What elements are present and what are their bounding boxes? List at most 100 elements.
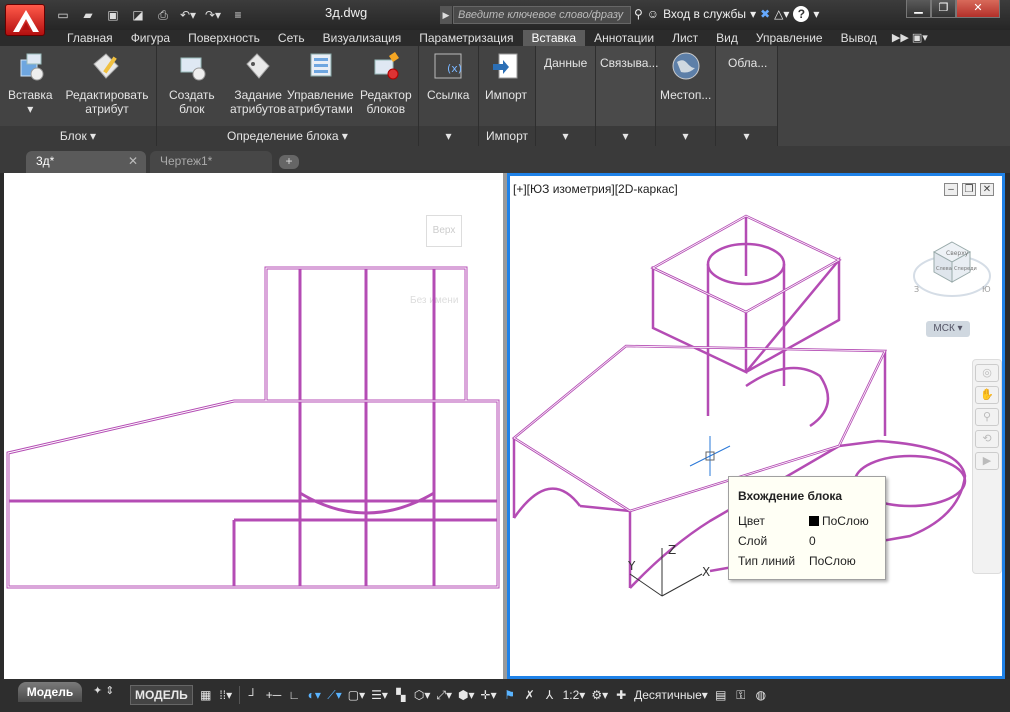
units-dropdown[interactable]: Десятичные ▾: [634, 685, 708, 705]
isodraft-icon[interactable]: ⟋▾: [327, 685, 341, 705]
manage-attributes-button[interactable]: Управление атрибутами: [287, 50, 354, 116]
panel-linking: Связыва... ▾: [596, 46, 658, 146]
import-button[interactable]: Импорт: [485, 50, 527, 102]
search-input[interactable]: Введите ключевое слово/фразу: [453, 6, 631, 24]
layout-tabs-arrows-icon[interactable]: ✦ ⇕: [93, 684, 115, 697]
tab-manage[interactable]: Управление: [747, 30, 832, 46]
insert-block-button[interactable]: Вставка ▾: [8, 50, 53, 116]
ortho-icon[interactable]: ∟: [287, 685, 301, 705]
cloud-footer[interactable]: ▾: [716, 126, 777, 146]
status-bar-tools: МОДЕЛЬ ▦ ⁞⁞▾ ┘ +─ ∟ ◐▾ ⟋▾ ▢▾ ☰▾ ▚ ⬡▾ ⤢▾ …: [130, 684, 768, 706]
redo-icon[interactable]: ↷▾: [202, 6, 224, 24]
editor-label-2: блоков: [366, 102, 406, 116]
exchange-icon[interactable]: ✖: [760, 7, 770, 21]
tab-parametric[interactable]: Параметризация: [410, 30, 522, 46]
annotation-visibility-icon[interactable]: ⚑: [503, 685, 517, 705]
ribbon-tabs: Главная Фигура Поверхность Сеть Визуализ…: [0, 30, 1010, 46]
model-space-button[interactable]: МОДЕЛЬ: [130, 685, 193, 705]
lineweight-icon[interactable]: ☰▾: [371, 685, 388, 705]
open-icon[interactable]: ▰: [77, 6, 99, 24]
linking-footer[interactable]: ▾: [596, 126, 655, 146]
dynamic-ucs-icon[interactable]: ⬢▾: [458, 685, 475, 705]
grid-icon[interactable]: ▦: [199, 685, 213, 705]
tab-annotate[interactable]: Аннотации: [585, 30, 663, 46]
viewport-close-icon[interactable]: ✕: [980, 183, 994, 196]
save-as-icon[interactable]: ◪: [127, 6, 149, 24]
selection-cycling-icon[interactable]: ⬡▾: [414, 685, 431, 705]
edit-attribute-button[interactable]: Редактировать атрибут: [62, 50, 152, 116]
annotation-scale-icon[interactable]: ⅄: [543, 685, 557, 705]
cloud-button[interactable]: Обла...: [728, 56, 767, 70]
binoculars-icon[interactable]: ⚲: [634, 7, 643, 21]
tab-view[interactable]: Вид: [707, 30, 747, 46]
right-viewport[interactable]: [+][ЮЗ изометрия][2D-каркас] – ❐ ✕ Сверх…: [507, 173, 1005, 679]
scale-dropdown[interactable]: 1:2 ▾: [563, 685, 586, 705]
tab-layout[interactable]: Лист: [663, 30, 707, 46]
panel-location: Местоп... ▾: [656, 46, 716, 146]
axis-x-label: X: [702, 565, 710, 579]
autodesk-360-icon[interactable]: △▾: [774, 7, 789, 21]
help-dropdown-icon[interactable]: ▾: [813, 7, 819, 21]
insert-dropdown-icon[interactable]: ▾: [27, 102, 33, 116]
model-layout-tab[interactable]: Модель: [18, 682, 82, 702]
new-icon[interactable]: ▭: [52, 6, 74, 24]
axis-y-label: Y: [627, 559, 636, 573]
3d-osnap-icon[interactable]: ⤢▾: [436, 685, 452, 705]
tab-output[interactable]: Вывод: [832, 30, 886, 46]
search-expand-icon[interactable]: ▶: [440, 6, 452, 24]
new-tab-button[interactable]: +: [279, 155, 299, 169]
block-panel-footer[interactable]: Блок ▾: [0, 126, 156, 146]
gizmo-icon[interactable]: ✛▾: [481, 685, 497, 705]
workspace-gear-icon[interactable]: ⚙▾: [591, 685, 608, 705]
block-editor-button[interactable]: Редактор блоков: [360, 50, 412, 116]
location-footer[interactable]: ▾: [656, 126, 715, 146]
lock-ui-icon[interactable]: ⚿: [734, 685, 748, 705]
infer-constraints-icon[interactable]: ┘: [246, 685, 260, 705]
isolate-objects-icon[interactable]: ◍: [754, 685, 768, 705]
attach-reference-button[interactable]: (x) Ссылка: [427, 50, 469, 102]
tab-solid[interactable]: Фигура: [122, 30, 179, 46]
print-icon[interactable]: ⎙: [152, 6, 174, 24]
tab-home[interactable]: Главная: [58, 30, 122, 46]
transparency-icon[interactable]: ▚: [394, 685, 408, 705]
signin-link[interactable]: Вход в службы: [663, 7, 746, 21]
quick-properties-icon[interactable]: ▤: [714, 685, 728, 705]
annotation-monitor-icon[interactable]: ✚: [614, 685, 628, 705]
block-definition-footer[interactable]: Определение блока ▾: [157, 126, 418, 146]
panel-cloud: Обла... ▾: [716, 46, 778, 146]
restore-button[interactable]: ❐: [931, 0, 956, 18]
import-footer[interactable]: Импорт: [479, 126, 535, 146]
undo-icon[interactable]: ↶▾: [177, 6, 199, 24]
linking-button[interactable]: Связыва...: [600, 56, 658, 70]
auto-scale-icon[interactable]: ✗: [523, 685, 537, 705]
location-button[interactable]: Местоп...: [660, 50, 711, 102]
reference-footer[interactable]: ▾: [419, 126, 478, 146]
document-title: 3д.dwg: [325, 5, 368, 20]
chevron-down-icon[interactable]: ▾: [750, 7, 756, 21]
tab-mesh[interactable]: Сеть: [269, 30, 314, 46]
close-button[interactable]: ✕: [956, 0, 1000, 18]
close-tab-icon[interactable]: ✕: [128, 154, 138, 168]
data-button[interactable]: Данные: [544, 56, 587, 70]
save-icon[interactable]: ▣: [102, 6, 124, 24]
tab-visualize[interactable]: Визуализация: [314, 30, 411, 46]
data-footer[interactable]: ▾: [536, 126, 595, 146]
application-menu-button[interactable]: [5, 4, 45, 36]
tab-insert[interactable]: Вставка: [522, 30, 586, 46]
file-tab-3d[interactable]: 3д* ✕: [26, 151, 146, 173]
left-viewport[interactable]: Верх Без имени: [4, 173, 503, 679]
help-icon[interactable]: ?: [793, 6, 810, 22]
customize-qat-icon[interactable]: ≡: [227, 6, 249, 24]
minimize-button[interactable]: ▁: [906, 0, 931, 18]
polar-tracking-icon[interactable]: ◐▾: [307, 685, 321, 705]
object-snap-icon[interactable]: ▢▾: [348, 685, 365, 705]
define-attributes-button[interactable]: Задание атрибутов: [230, 50, 286, 116]
dynamic-input-icon[interactable]: +─: [266, 685, 282, 705]
ribbon-overflow-icon[interactable]: ▶▶ ▣▾: [886, 30, 928, 46]
title-bar: ▭ ▰ ▣ ◪ ⎙ ↶▾ ↷▾ ≡ 3д.dwg ▶ Введите ключе…: [0, 0, 1010, 36]
create-block-button[interactable]: Создать блок: [169, 50, 215, 116]
file-tab-drawing1[interactable]: Чертеж1*: [150, 151, 272, 173]
snap-icon[interactable]: ⁞⁞▾: [219, 685, 233, 705]
attr-def-label-2: атрибутов: [230, 102, 287, 116]
tab-surface[interactable]: Поверхность: [179, 30, 269, 46]
